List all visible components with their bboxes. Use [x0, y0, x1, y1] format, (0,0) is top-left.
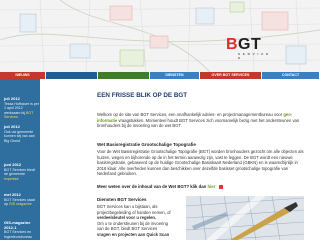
nav-item-3[interactable] [98, 72, 150, 79]
news-date: GIS-magazine 2012-1 [4, 220, 31, 230]
section-wet-bgt-text: Voor de Wet Basisregistratie Grootschali… [97, 149, 304, 177]
intro-suffix: vraagstukken. Momenteel houdt BGT Servic… [97, 117, 300, 129]
news-text: Ook uw gemeente kunnen wij van aan Big G… [4, 129, 35, 143]
nav-item-contact[interactable]: Contact [262, 72, 320, 79]
section-diensten-title: Diensten BGT Services [97, 197, 147, 202]
news-item: mei 2012 BGT Services staat op GIS magaz… [4, 192, 39, 207]
nav-item-nieuws[interactable]: Nieuws [0, 72, 46, 79]
intro-paragraph: Welkom op de site van BGT Services, een … [97, 112, 305, 129]
news-item: juli 2012 Tessa Hofbauer is per 1 april … [4, 96, 39, 120]
header-map-graphic [0, 0, 320, 72]
news-text: Tessa Hofbauer is per 1 april 2012 werkz… [4, 101, 39, 115]
logo-tagline: S E R V I C E S [238, 52, 270, 60]
bgt-logo[interactable]: B G T S E R V I C E S [226, 36, 272, 60]
intro-prefix: Welkom op de site van BGT Services, een … [97, 112, 283, 117]
page: B G T S E R V I C E S Nieuws Diensten Ov… [0, 0, 320, 240]
section-diensten-text: BGT Services kan u bijstaan, als projectb… [97, 204, 185, 238]
news-link[interactable]: GIS magazine [9, 202, 32, 206]
more-info-link[interactable]: hier [207, 184, 215, 189]
more-info-line: Meer weten over de inhoud van de Wet BGT… [97, 184, 223, 189]
logo-letter-b: B [226, 36, 238, 53]
page-title: EEN FRISSE BLIK OP DE BGT [97, 92, 188, 99]
news-item: GIS-magazine 2012-1 BGT Services en Inge… [4, 220, 39, 239]
arrow-icon [218, 184, 223, 189]
news-link[interactable]: expertise [4, 177, 19, 181]
main-nav: Nieuws Diensten Over BGT Services Contac… [0, 72, 320, 79]
news-sidebar: juli 2012 Tessa Hofbauer is per 1 april … [0, 79, 40, 240]
nav-item-2[interactable] [46, 72, 98, 79]
nav-item-over-bgt-services[interactable]: Over BGT Services [200, 72, 262, 79]
nav-item-diensten[interactable]: Diensten [150, 72, 200, 79]
header-banner: B G T S E R V I C E S [0, 0, 320, 72]
section-wet-bgt-title: Wet Basisregistratie Grootschalige Topog… [97, 142, 196, 147]
more-info-text: Meer weten over de inhoud van de Wet BGT… [97, 184, 207, 189]
news-item: juni 2012 BGT Services biedt de gemeente… [4, 162, 39, 181]
news-text: BGT Services en Ingenieursbureau [4, 230, 32, 239]
map-drawing-image [186, 196, 304, 240]
news-text: BGT Services biedt de gemeente [4, 167, 35, 177]
news-item: juli 2012 Ook uw gemeente kunnen wij van… [4, 124, 39, 143]
diensten-line: vragen en projecten aan Quick Scan [97, 231, 170, 237]
map-photo [186, 196, 304, 240]
